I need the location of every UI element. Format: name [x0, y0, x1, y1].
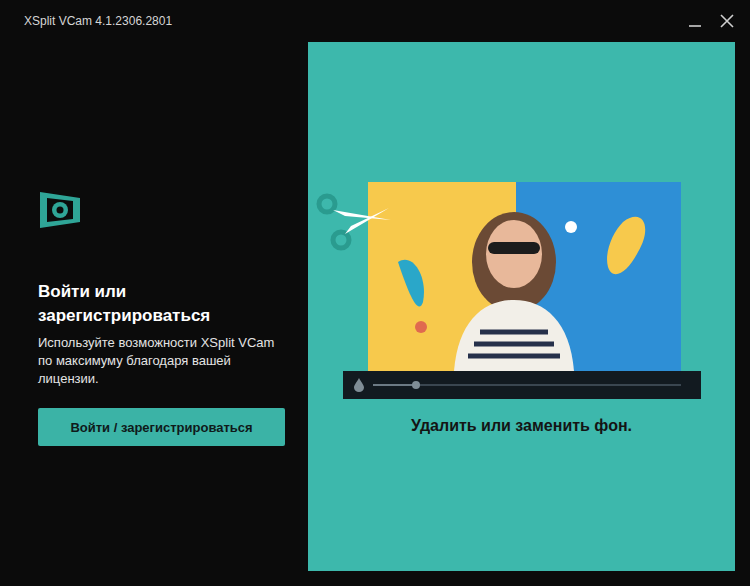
title-bar: XSplit VCam 4.1.2306.2801 [0, 0, 750, 42]
minimize-button[interactable] [686, 12, 704, 30]
blur-slider[interactable] [343, 371, 701, 399]
window-controls [686, 12, 736, 30]
login-heading: Войти или зарегистрироваться [38, 280, 238, 328]
feature-panel: Удалить или заменить фон. [308, 42, 735, 571]
close-button[interactable] [718, 12, 736, 30]
app-window: XSplit VCam 4.1.2306.2801 Войти или зарег… [0, 0, 750, 586]
background-swap-picture-icon [368, 182, 681, 371]
login-button[interactable]: Войти / зарегистрироваться [38, 408, 285, 446]
scissors-icon [315, 190, 393, 254]
feature-illustration [343, 182, 701, 399]
login-description: Используйте возможности XSplit VCam по м… [38, 334, 288, 388]
window-title: XSplit VCam 4.1.2306.2801 [24, 14, 172, 28]
drop-icon [353, 378, 365, 392]
minimize-icon [688, 14, 702, 28]
login-panel: Войти или зарегистрироваться Используйте … [15, 42, 308, 571]
content: Войти или зарегистрироваться Используйте … [0, 42, 750, 586]
slider-fill [373, 384, 416, 386]
background-preview [368, 182, 681, 371]
vcam-logo-icon [38, 188, 82, 232]
slider-thumb[interactable] [412, 381, 420, 389]
feature-caption: Удалить или заменить фон. [411, 417, 632, 435]
slider-track[interactable] [373, 384, 681, 386]
close-icon [720, 14, 734, 28]
